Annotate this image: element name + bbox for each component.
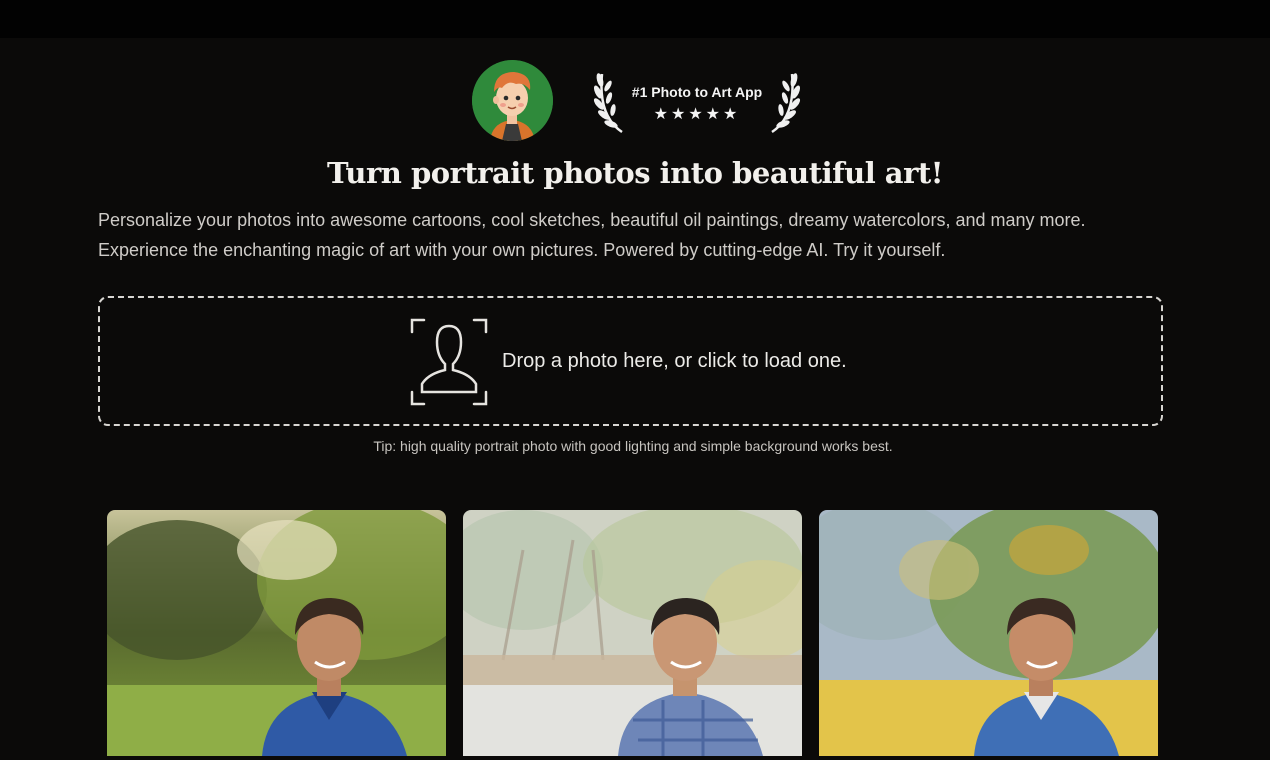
example-original-photo[interactable] (107, 510, 446, 756)
example-oil-painting[interactable] (819, 510, 1158, 756)
description-line-1: Personalize your photos into awesome car… (98, 210, 1086, 230)
tip-text: Tip: high quality portrait photo with go… (373, 438, 893, 454)
photo-dropzone[interactable]: Drop a photo here, or click to load one. (98, 296, 1163, 426)
top-bar (0, 0, 1270, 38)
laurel-left-icon (593, 73, 623, 134)
laurel-right-icon (771, 73, 801, 134)
dropzone-label: Drop a photo here, or click to load one. (502, 350, 847, 372)
example-watercolor[interactable] (463, 510, 802, 756)
description-line-2: Experience the enchanting magic of art w… (98, 240, 946, 260)
cartoon-avatar-logo (472, 60, 553, 141)
page-headline: Turn portrait photos into beautiful art! (326, 156, 944, 190)
face-scan-icon (410, 318, 488, 406)
description: Personalize your photos into awesome car… (98, 205, 1198, 265)
award-badge: #1 Photo to Art App ★★★★★ (592, 66, 802, 136)
